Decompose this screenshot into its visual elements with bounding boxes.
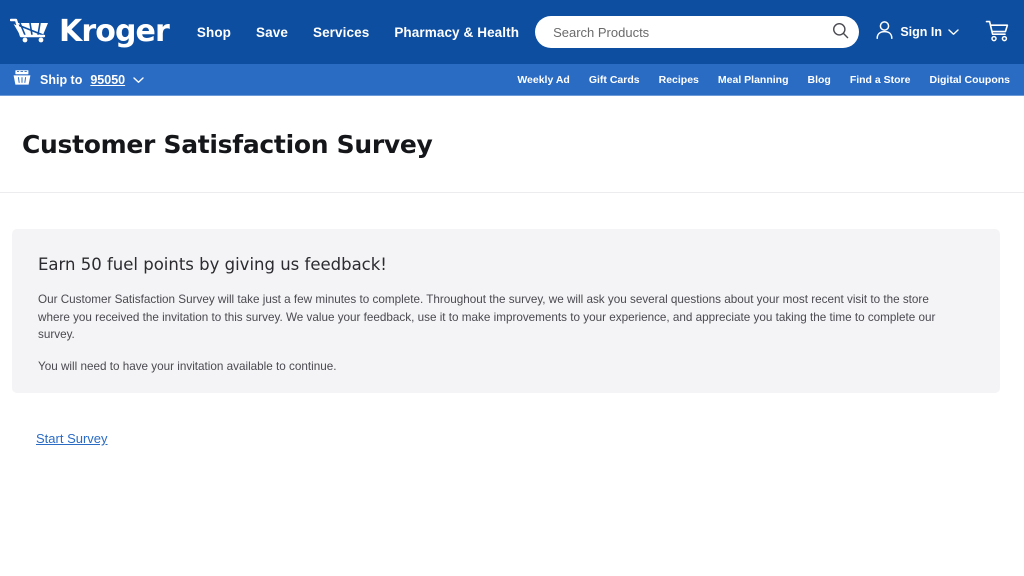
page-title-band: Customer Satisfaction Survey [0, 96, 1024, 193]
subnav-blog[interactable]: Blog [807, 74, 830, 86]
start-survey-link[interactable]: Start Survey [36, 431, 108, 446]
sign-in-menu[interactable]: Sign In [875, 20, 959, 45]
subnav-digital-coupons[interactable]: Digital Coupons [930, 74, 1011, 86]
subnav-weekly-ad[interactable]: Weekly Ad [517, 74, 570, 86]
search-input[interactable] [553, 24, 828, 40]
nav-shop[interactable]: Shop [197, 25, 231, 40]
logo-wordmark: Kroger [59, 14, 170, 49]
subnav-meal-planning[interactable]: Meal Planning [718, 74, 789, 86]
panel-paragraph-1: Our Customer Satisfaction Survey will ta… [38, 293, 936, 341]
main-navigation: Shop Save Services Pharmacy & Health [197, 25, 519, 40]
chevron-down-icon [133, 73, 144, 87]
ship-to-prefix: Ship to [40, 72, 83, 87]
subnav-recipes[interactable]: Recipes [659, 74, 699, 86]
search-bar[interactable] [535, 16, 860, 48]
main-content: Earn 50 fuel points by giving us feedbac… [0, 193, 1024, 448]
site-header: Kroger Shop Save Services Pharmacy & Hea… [0, 0, 1024, 64]
panel-paragraph-2: You will need to have your invitation av… [38, 359, 337, 373]
nav-services[interactable]: Services [313, 25, 369, 40]
panel-heading: Earn 50 fuel points by giving us feedbac… [38, 255, 387, 274]
shopping-cart-icon [985, 19, 1010, 46]
cart-button[interactable] [985, 19, 1010, 46]
kroger-cart-logo-icon [9, 17, 52, 48]
page-title: Customer Satisfaction Survey [22, 130, 433, 159]
sub-navigation-bar: Ship to 95050 Weekly Ad Gift Cards Recip… [0, 64, 1024, 96]
subnav-find-a-store[interactable]: Find a Store [850, 74, 911, 86]
nav-save[interactable]: Save [256, 25, 288, 40]
search-button[interactable] [827, 19, 853, 45]
person-icon [875, 20, 894, 45]
nav-pharmacy-health[interactable]: Pharmacy & Health [394, 25, 519, 40]
subnav-gift-cards[interactable]: Gift Cards [589, 74, 640, 86]
ship-to-selector[interactable]: Ship to 95050 [12, 69, 144, 90]
survey-info-panel: Earn 50 fuel points by giving us feedbac… [12, 229, 1000, 393]
start-survey-container: Start Survey [6, 393, 1012, 448]
chevron-down-icon [948, 23, 959, 41]
basket-icon [12, 69, 32, 90]
ship-to-zip: 95050 [90, 72, 126, 87]
kroger-logo[interactable]: Kroger [9, 14, 170, 49]
sign-in-label: Sign In [900, 25, 942, 39]
search-icon [832, 22, 849, 42]
sub-navigation-links: Weekly Ad Gift Cards Recipes Meal Planni… [517, 74, 1010, 86]
